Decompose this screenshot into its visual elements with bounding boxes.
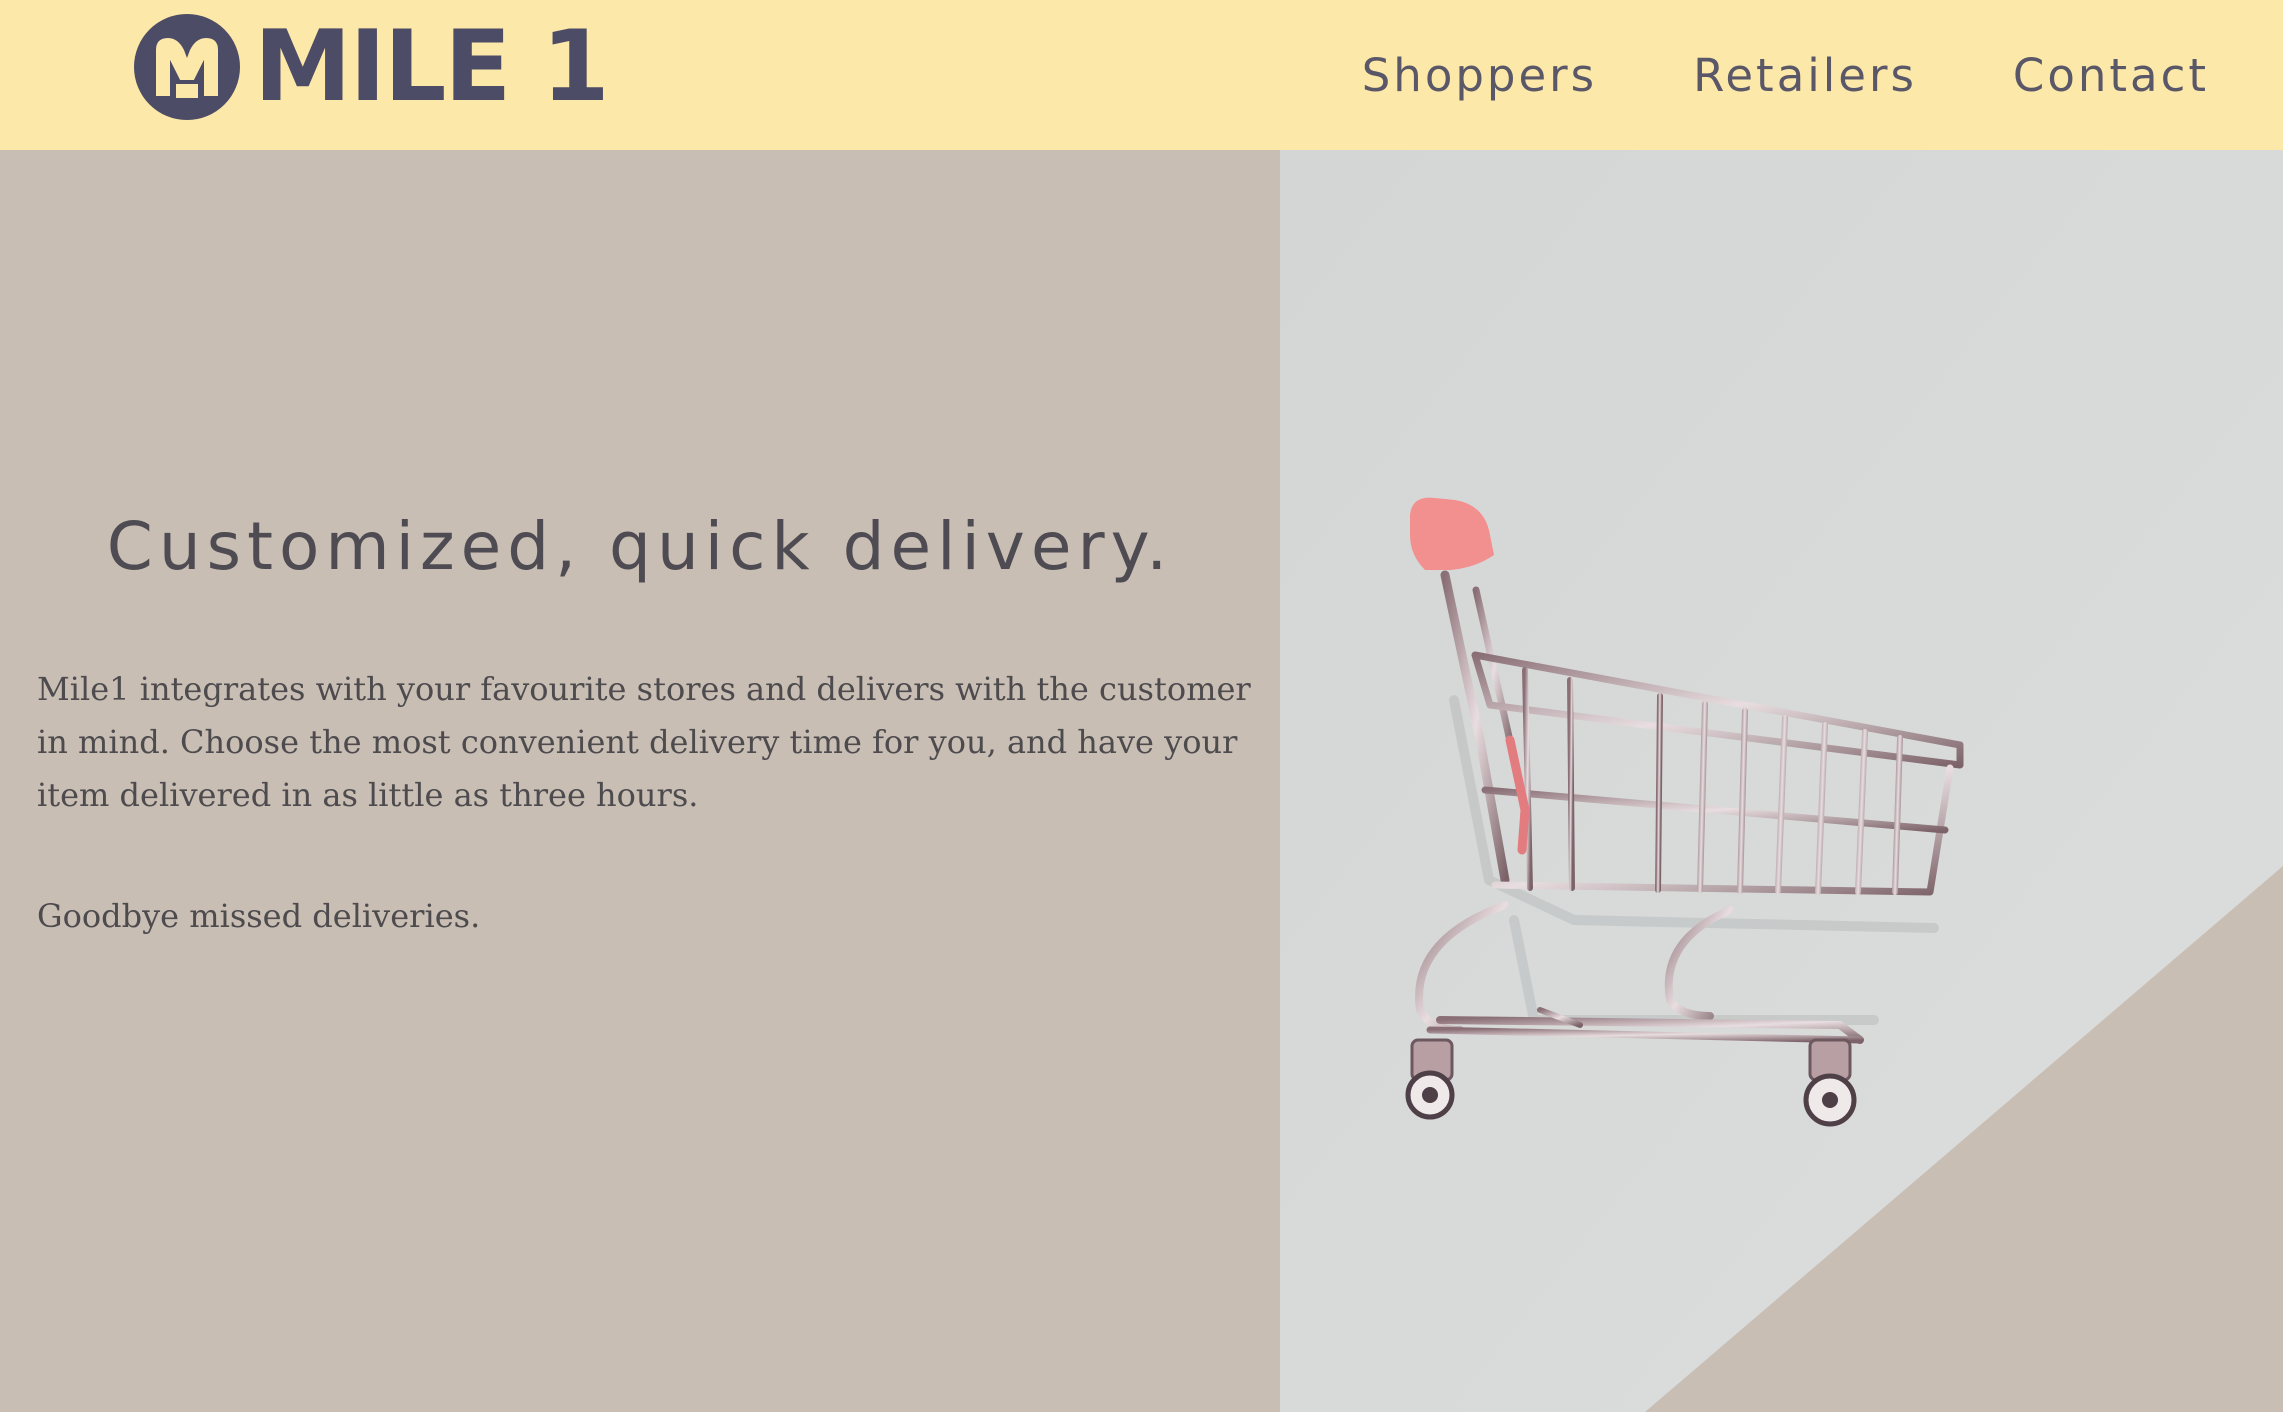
hero-paragraph: Mile1 integrates with your favourite sto… bbox=[37, 670, 1251, 814]
m-circle-logo-icon bbox=[134, 14, 240, 120]
logo-text: MILE 1 bbox=[254, 10, 610, 124]
site-header: MILE 1 Shoppers Retailers Contact bbox=[0, 0, 2283, 150]
nav-link-shoppers[interactable]: Shoppers bbox=[1362, 53, 1597, 98]
nav-link-contact[interactable]: Contact bbox=[2013, 53, 2209, 98]
hero-text-panel: Customized, quick delivery. Mile1 integr… bbox=[0, 150, 1280, 1412]
nav-link-retailers[interactable]: Retailers bbox=[1693, 53, 1917, 98]
hero-tagline: Goodbye missed deliveries. bbox=[37, 897, 481, 935]
logo-link[interactable]: MILE 1 bbox=[132, 10, 610, 124]
shopping-cart-illustration bbox=[1280, 150, 2283, 1412]
hero-headline: Customized, quick delivery. bbox=[106, 508, 1174, 585]
main-nav: Shoppers Retailers Contact bbox=[1266, 0, 2209, 150]
hero-image-panel bbox=[1280, 150, 2283, 1412]
